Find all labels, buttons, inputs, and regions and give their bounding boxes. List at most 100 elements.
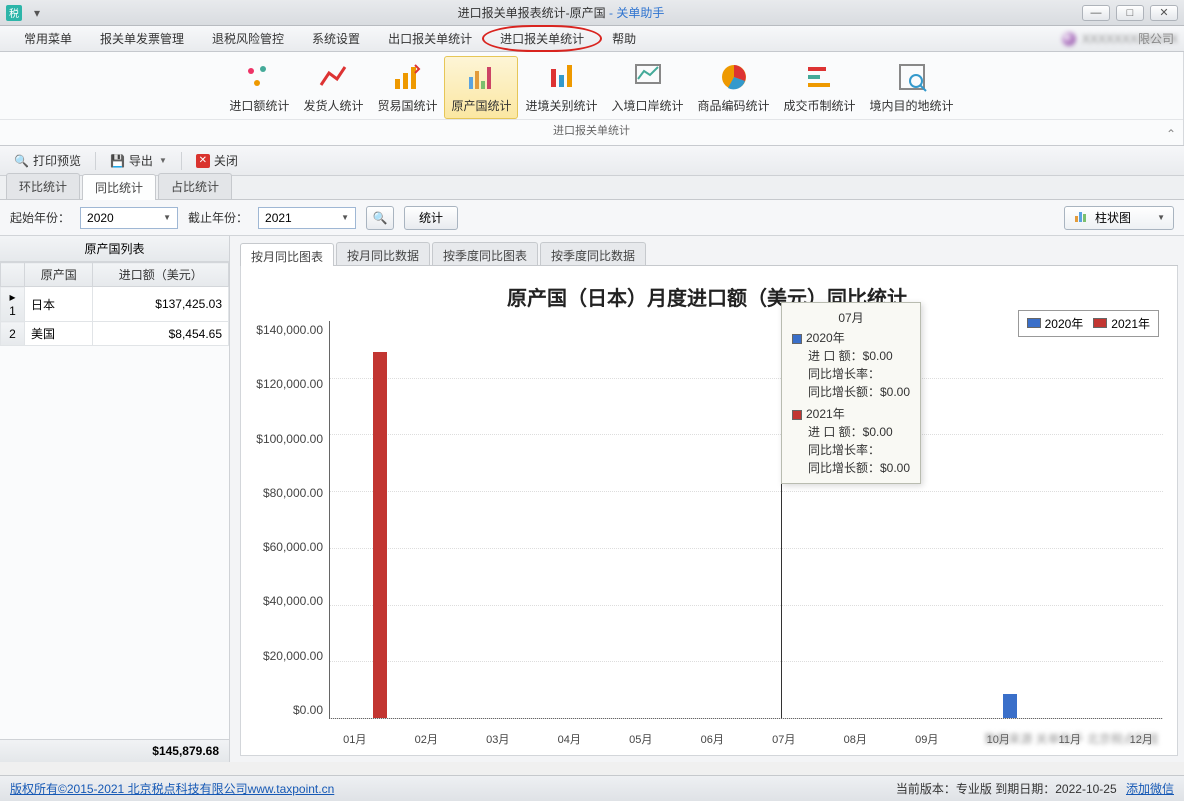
subtab-3[interactable]: 按季度同比数据 — [540, 242, 646, 265]
xtick: 03月 — [462, 731, 534, 747]
close-tab-button[interactable]: ✕ 关闭 — [190, 150, 244, 171]
plot-area[interactable] — [329, 321, 1163, 719]
ytick: $20,000.00 — [263, 649, 323, 663]
ribbon-icon-1 — [317, 61, 349, 93]
chevron-down-icon: ▼ — [163, 213, 171, 222]
search-button[interactable]: 🔍 — [366, 206, 394, 230]
row-amount: $137,425.03 — [93, 287, 229, 322]
menu-item-1[interactable]: 报关单发票管理 — [86, 26, 198, 51]
title-main: 进口报关单报表统计-原产国 — [458, 6, 606, 20]
xtick: 08月 — [820, 731, 892, 747]
magnifier-icon: 🔍 — [373, 211, 388, 225]
xtick: 01月 — [319, 731, 391, 747]
ribbon-label-0: 进口额统计 — [229, 97, 289, 114]
ribbon-label-3: 原产国统计 — [451, 97, 511, 114]
ribbon-icon-2 — [391, 61, 423, 93]
ytick: $80,000.00 — [263, 486, 323, 500]
ribbon-btn-1[interactable]: 发货人统计 — [296, 56, 370, 119]
stat-button-label: 统计 — [419, 209, 443, 226]
close-label: 关闭 — [214, 152, 238, 169]
legend-label-2021: 2021年 — [1111, 317, 1150, 331]
app-icon: 税 — [6, 5, 22, 21]
maximize-button[interactable]: □ — [1116, 5, 1144, 21]
ytick: $140,000.00 — [256, 323, 323, 337]
copyright-link[interactable]: 版权所有©2015-2021 北京税点科技有限公司www.taxpoint.cn — [10, 780, 334, 797]
subtab-0[interactable]: 按月同比图表 — [240, 243, 334, 266]
legend-swatch-2021 — [1093, 318, 1107, 328]
bar-2020年-12月[interactable] — [1003, 694, 1017, 718]
ytick: $100,000.00 — [256, 432, 323, 446]
subtab-1[interactable]: 按月同比数据 — [336, 242, 430, 265]
xtick: 04月 — [534, 731, 606, 747]
chevron-down-icon: ▼ — [1157, 213, 1165, 222]
end-year-value: 2021 — [265, 211, 292, 225]
row-amount: $8,454.65 — [93, 322, 229, 346]
add-wechat-link[interactable]: 添加微信 — [1126, 782, 1174, 796]
separator — [181, 152, 182, 170]
stat-tab-0[interactable]: 环比统计 — [6, 173, 80, 199]
ribbon-btn-6[interactable]: 商品编码统计 — [691, 56, 777, 119]
menu-item-3[interactable]: 系统设置 — [298, 26, 374, 51]
ribbon-btn-3[interactable]: 原产国统计 — [444, 56, 518, 119]
legend-label-2020: 2020年 — [1045, 317, 1084, 331]
start-year-label: 起始年份： — [10, 209, 70, 226]
stat-button[interactable]: 统计 — [404, 206, 458, 230]
menu-item-2[interactable]: 退税风险管控 — [198, 26, 298, 51]
tooltip-swatch-2020 — [792, 334, 802, 344]
company-name-blurred: XXXXXXXXXXXX — [1082, 32, 1178, 46]
menubar: 常用菜单报关单发票管理退税风险管控系统设置出口报关单统计进口报关单统计帮助 XXX… — [0, 26, 1184, 52]
menu-item-4[interactable]: 出口报关单统计 — [374, 26, 486, 51]
status-right: 当前版本：专业版 到期日期：2022-10-25 添加微信 — [896, 780, 1174, 797]
ribbon-btn-7[interactable]: 成交币制统计 — [777, 56, 863, 119]
tooltip-s2-name: 2021年 — [806, 407, 845, 421]
ribbon-btn-0[interactable]: 进口额统计 — [222, 56, 296, 119]
chart-type-select[interactable]: 柱状图 ▼ — [1064, 206, 1174, 230]
ribbon-btn-2[interactable]: 贸易国统计 — [370, 56, 444, 119]
ribbon-icon-0 — [243, 61, 275, 93]
end-year-select[interactable]: 2021 ▼ — [258, 207, 356, 229]
print-preview-button[interactable]: 🔍 打印预览 — [8, 150, 87, 171]
tooltip-month: 07月 — [792, 309, 910, 327]
legend-swatch-2020 — [1027, 318, 1041, 328]
close-icon: ✕ — [196, 154, 210, 168]
country-col-2[interactable]: 进口额（美元） — [93, 263, 229, 287]
menu-item-6[interactable]: 帮助 — [598, 26, 650, 51]
bar-2021年-01月[interactable] — [373, 352, 387, 718]
tooltip-s1-l1: 进 口 额：$0.00 — [792, 347, 910, 365]
stat-tab-2[interactable]: 占比统计 — [158, 173, 232, 199]
table-row[interactable]: 2美国$8,454.65 — [1, 322, 229, 346]
country-col-1[interactable]: 原产国 — [25, 263, 93, 287]
ribbon-btn-4[interactable]: 进境关别统计 — [518, 56, 604, 119]
ribbon-label-4: 进境关别统计 — [525, 97, 597, 114]
stat-tab-1[interactable]: 同比统计 — [82, 174, 156, 200]
start-year-select[interactable]: 2020 ▼ — [80, 207, 178, 229]
filter-row: 起始年份： 2020 ▼ 截止年份： 2021 ▼ 🔍 统计 柱状图 ▼ — [0, 200, 1184, 236]
ytick: $0.00 — [293, 703, 323, 717]
ribbon-btn-5[interactable]: 入境口岸统计 — [605, 56, 691, 119]
tooltip-s1-l2: 同比增长率： — [792, 365, 910, 383]
tooltip-s2-l3: 同比增长额：$0.00 — [792, 459, 910, 477]
chevron-down-icon: ▼ — [341, 213, 349, 222]
menu-item-5[interactable]: 进口报关单统计 — [486, 26, 598, 51]
ytick: $120,000.00 — [256, 377, 323, 391]
close-window-button[interactable]: ✕ — [1150, 5, 1178, 21]
start-year-value: 2020 — [87, 211, 114, 225]
menu-item-0[interactable]: 常用菜单 — [10, 26, 86, 51]
export-label: 导出 — [129, 152, 153, 169]
subtab-2[interactable]: 按季度同比图表 — [432, 242, 538, 265]
ribbon-icon-5 — [632, 61, 664, 93]
print-preview-label: 打印预览 — [33, 152, 81, 169]
ribbon-label-8: 境内目的地统计 — [870, 97, 954, 114]
save-icon: 💾 — [110, 154, 125, 168]
tooltip-s1-l3: 同比增长额：$0.00 — [792, 383, 910, 401]
export-button[interactable]: 💾 导出 ▼ — [104, 150, 173, 171]
minimize-button[interactable]: — — [1082, 5, 1110, 21]
row-country: 日本 — [25, 287, 93, 322]
country-col-0[interactable] — [1, 263, 25, 287]
chevron-down-icon: ▼ — [159, 156, 167, 165]
table-row[interactable]: ▸ 1日本$137,425.03 — [1, 287, 229, 322]
country-list-title: 原产国列表 — [0, 236, 229, 262]
ribbon-collapse-icon[interactable]: ⌃ — [1166, 127, 1176, 141]
ribbon-btn-8[interactable]: 境内目的地统计 — [863, 56, 961, 119]
version-info: 当前版本：专业版 到期日期：2022-10-25 — [896, 782, 1117, 796]
